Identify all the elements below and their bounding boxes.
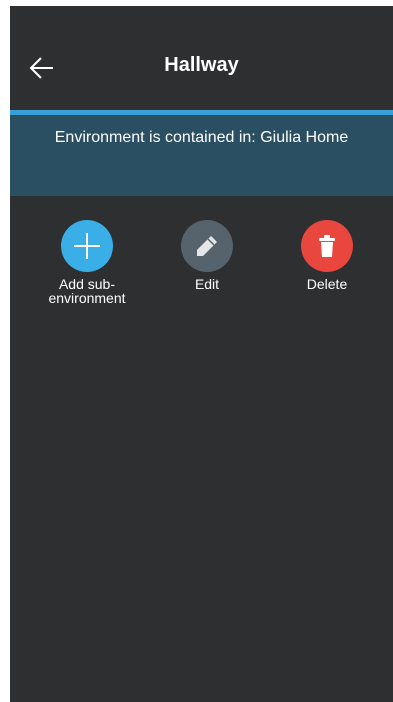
edit-circle xyxy=(181,220,233,272)
banner-text: Environment is contained in: Giulia Home xyxy=(54,129,349,146)
trash-icon xyxy=(319,235,335,257)
delete-button[interactable]: Delete xyxy=(272,220,382,291)
delete-circle xyxy=(301,220,353,272)
edit-button[interactable]: Edit xyxy=(152,220,262,291)
add-sub-environment-button[interactable]: Add sub- environment xyxy=(32,220,142,305)
plus-icon xyxy=(74,233,100,259)
delete-label: Delete xyxy=(306,276,348,292)
app-header: Hallway xyxy=(10,6,393,110)
page-title: Hallway xyxy=(164,54,239,76)
add-sub-environment-label: Add sub- environment xyxy=(48,276,126,306)
parent-environment-banner: Environment is contained in: Giulia Home xyxy=(10,115,393,196)
add-circle xyxy=(61,220,113,272)
edit-label: Edit xyxy=(194,276,220,292)
screen: Hallway Environment is contained in: Giu… xyxy=(10,6,393,702)
pencil-icon xyxy=(197,236,217,256)
